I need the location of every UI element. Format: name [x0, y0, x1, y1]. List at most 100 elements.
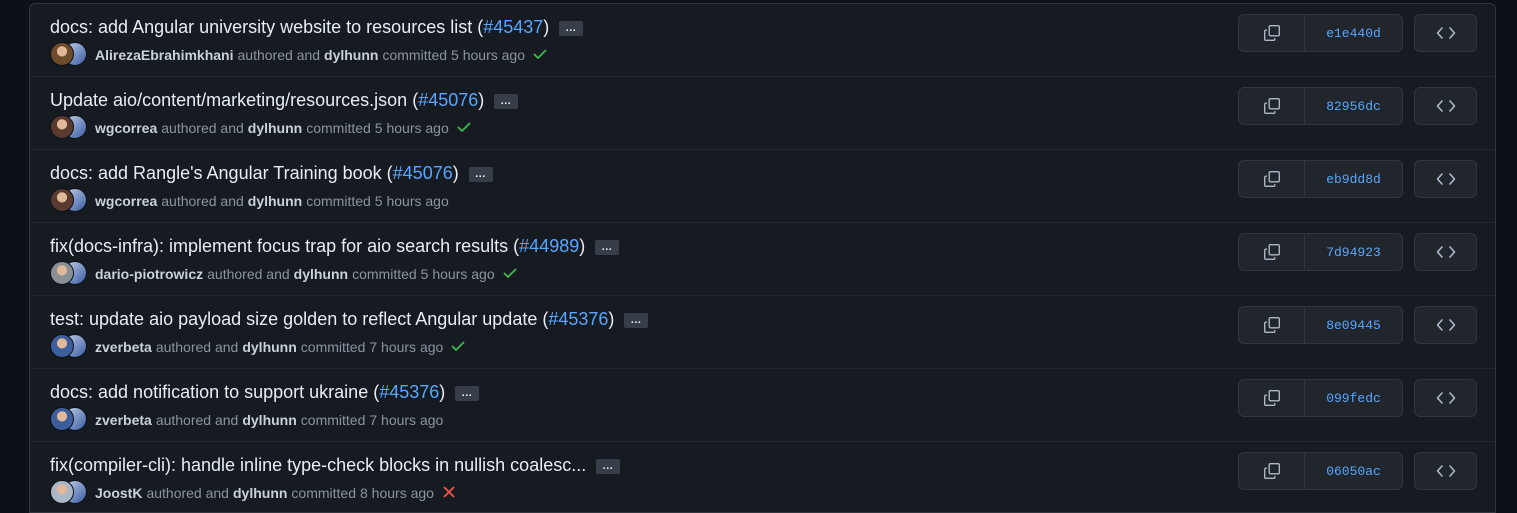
copy-sha-button[interactable] — [1239, 88, 1305, 124]
committer-link[interactable]: dylhunn — [248, 193, 302, 209]
pull-request-link[interactable]: #45076 — [418, 90, 478, 110]
commit-time: 5 hours ago — [374, 193, 449, 209]
author-avatar[interactable] — [50, 188, 74, 212]
committer-link[interactable]: dylhunn — [242, 339, 296, 355]
expand-message-button[interactable]: … — [595, 240, 620, 255]
browse-repository-button[interactable] — [1414, 452, 1477, 490]
pull-request-link[interactable]: #45376 — [548, 309, 608, 329]
avatar-stack[interactable] — [50, 42, 88, 68]
expand-message-button[interactable]: … — [468, 167, 493, 182]
author-link[interactable]: zverbeta — [95, 339, 152, 355]
avatar-stack[interactable] — [50, 334, 88, 360]
expand-message-button[interactable]: … — [624, 313, 649, 328]
browse-repository-button[interactable] — [1414, 160, 1477, 198]
commit-title[interactable]: docs: add notification to support ukrain… — [50, 382, 445, 403]
commit-row: test: update aio payload size golden to … — [30, 296, 1495, 369]
authored-text: authored and — [207, 266, 290, 282]
copy-sha-button[interactable] — [1239, 234, 1305, 270]
commit-time: 7 hours ago — [369, 412, 444, 428]
commit-sha-link[interactable]: 099fedc — [1305, 380, 1402, 416]
committer-link[interactable]: dylhunn — [248, 120, 302, 136]
commit-time: 5 hours ago — [374, 120, 449, 136]
status-success-icon[interactable] — [449, 119, 472, 138]
commit-title[interactable]: test: update aio payload size golden to … — [50, 309, 614, 330]
avatar-stack[interactable] — [50, 188, 88, 214]
expand-message-button[interactable]: … — [455, 386, 480, 401]
commit-sha-link[interactable]: 8e09445 — [1305, 307, 1402, 343]
commit-sha-link[interactable]: 06050ac — [1305, 453, 1402, 489]
check-icon — [503, 268, 517, 278]
avatar-stack[interactable] — [50, 480, 88, 506]
copy-sha-button[interactable] — [1239, 307, 1305, 343]
commit-sha-link[interactable]: e1e440d — [1305, 15, 1402, 51]
pull-request-link[interactable]: #44989 — [519, 236, 579, 256]
committed-text: committed — [352, 266, 417, 282]
expand-message-button[interactable]: … — [494, 94, 519, 109]
author-link[interactable]: dario-piotrowicz — [95, 266, 203, 282]
committer-link[interactable]: dylhunn — [242, 412, 296, 428]
commit-title-close: ) — [439, 382, 446, 402]
browse-repository-button[interactable] — [1414, 87, 1477, 125]
avatar-stack[interactable] — [50, 261, 88, 287]
authored-text: authored and — [155, 412, 239, 428]
commit-title[interactable]: fix(compiler-cli): handle inline type-ch… — [50, 455, 586, 476]
pull-request-link[interactable]: #45376 — [379, 382, 439, 402]
commit-title[interactable]: Update aio/content/marketing/resources.j… — [50, 90, 484, 111]
commit-time: 5 hours ago — [451, 47, 525, 63]
copy-sha-button[interactable] — [1239, 453, 1305, 489]
status-success-icon[interactable] — [443, 338, 466, 357]
commit-message[interactable]: test: update aio payload size golden to … — [50, 309, 548, 329]
commit-message[interactable]: docs: add Angular university website to … — [50, 17, 483, 37]
author-avatar[interactable] — [50, 334, 74, 358]
commit-meta: dario-piotrowicz authored and dylhunn co… — [50, 261, 518, 287]
expand-message-button[interactable]: … — [596, 459, 621, 474]
copy-icon — [1263, 171, 1280, 187]
committer-link[interactable]: dylhunn — [324, 47, 378, 63]
commit-meta: JoostK authored and dylhunn committed 8 … — [50, 480, 457, 506]
status-failure-icon[interactable] — [434, 484, 457, 503]
commit-message[interactable]: docs: add notification to support ukrain… — [50, 382, 379, 402]
author-avatar[interactable] — [50, 115, 74, 139]
committer-link[interactable]: dylhunn — [233, 485, 287, 501]
avatar-stack[interactable] — [50, 115, 88, 141]
browse-repository-button[interactable] — [1414, 233, 1477, 271]
copy-sha-button[interactable] — [1239, 380, 1305, 416]
author-link[interactable]: wgcorrea — [95, 193, 157, 209]
author-link[interactable]: JoostK — [95, 485, 142, 501]
expand-message-button[interactable]: … — [559, 21, 584, 36]
commit-row: fix(docs-infra): implement focus trap fo… — [30, 223, 1495, 296]
copy-sha-button[interactable] — [1239, 161, 1305, 197]
browse-repository-button[interactable] — [1414, 14, 1477, 52]
commit-message[interactable]: docs: add Rangle's Angular Training book… — [50, 163, 393, 183]
commit-message[interactable]: fix(compiler-cli): handle inline type-ch… — [50, 455, 586, 475]
author-link[interactable]: wgcorrea — [95, 120, 157, 136]
author-avatar[interactable] — [50, 261, 74, 285]
status-success-icon[interactable] — [495, 265, 518, 284]
copy-sha-button[interactable] — [1239, 15, 1305, 51]
author-avatar[interactable] — [50, 407, 74, 431]
browse-repository-button[interactable] — [1414, 379, 1477, 417]
pull-request-link[interactable]: #45076 — [393, 163, 453, 183]
committer-link[interactable]: dylhunn — [294, 266, 348, 282]
commit-title-line: fix(compiler-cli): handle inline type-ch… — [50, 455, 621, 476]
copy-icon — [1263, 98, 1280, 114]
commit-title[interactable]: docs: add Angular university website to … — [50, 17, 549, 38]
browse-repository-button[interactable] — [1414, 306, 1477, 344]
author-link[interactable]: zverbeta — [95, 412, 152, 428]
author-avatar[interactable] — [50, 480, 74, 504]
commit-title[interactable]: docs: add Rangle's Angular Training book… — [50, 163, 459, 184]
commit-message[interactable]: fix(docs-infra): implement focus trap fo… — [50, 236, 519, 256]
author-avatar[interactable] — [50, 42, 74, 66]
pull-request-link[interactable]: #45437 — [483, 17, 543, 37]
commit-title[interactable]: fix(docs-infra): implement focus trap fo… — [50, 236, 585, 257]
author-link[interactable]: AlirezaEbrahimkhani — [95, 47, 234, 63]
avatar-stack[interactable] — [50, 407, 88, 433]
check-icon — [457, 122, 471, 132]
status-success-icon[interactable] — [525, 46, 548, 65]
commit-sha-link[interactable]: eb9dd8d — [1305, 161, 1402, 197]
commit-time: 8 hours ago — [360, 485, 434, 501]
commit-sha-link[interactable]: 7d94923 — [1305, 234, 1402, 270]
commit-message[interactable]: Update aio/content/marketing/resources.j… — [50, 90, 418, 110]
commit-sha-link[interactable]: 82956dc — [1305, 88, 1402, 124]
commit-meta: zverbeta authored and dylhunn committed … — [50, 334, 466, 360]
